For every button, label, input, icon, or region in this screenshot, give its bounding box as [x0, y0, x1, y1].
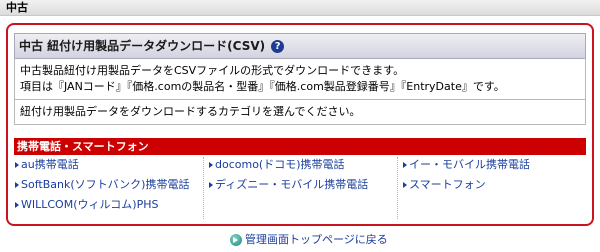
link-column-1: au携帯電話 SoftBank(ソフトバンク)携帯電話 WILLCOM(ウィルコ… — [14, 157, 204, 219]
category-link-grid: au携帯電話 SoftBank(ソフトバンク)携帯電話 WILLCOM(ウィルコ… — [14, 157, 586, 219]
instruction-text: 紐付け用製品データをダウンロードするカテゴリを選んでください。 — [20, 105, 361, 118]
link-docomo-phone[interactable]: docomo(ドコモ)携帯電話 — [209, 157, 345, 173]
description-box: 中古製品紐付け用製品データをCSVファイルの形式でダウンロードできます。 項目は… — [14, 58, 586, 100]
panel-title: 中古 紐付け用製品データダウンロード(CSV)? — [14, 33, 586, 59]
description-line-1: 中古製品紐付け用製品データをCSVファイルの形式でダウンロードできます。 — [20, 64, 405, 77]
link-column-2: docomo(ドコモ)携帯電話 ディズニー・モバイル携帯電話 — [208, 157, 398, 219]
link-au-phone[interactable]: au携帯電話 — [15, 157, 79, 173]
section-header: 中古 — [0, 0, 600, 16]
link-willcom-phs[interactable]: WILLCOM(ウィルコム)PHS — [15, 197, 158, 213]
bullet-icon — [209, 182, 213, 188]
bullet-icon — [15, 202, 19, 208]
bullet-icon — [15, 162, 19, 168]
arrow-circle-icon — [230, 234, 242, 246]
link-label: イー・モバイル携帯電話 — [409, 158, 530, 171]
panel-title-text: 中古 紐付け用製品データダウンロード(CSV) — [19, 39, 266, 53]
link-smartphone[interactable]: スマートフォン — [403, 177, 486, 193]
link-label: スマートフォン — [409, 178, 486, 191]
bullet-icon — [209, 162, 213, 168]
back-link-label: 管理画面トップページに戻る — [245, 233, 388, 246]
link-column-3: イー・モバイル携帯電話 スマートフォン — [402, 157, 592, 219]
link-label: docomo(ドコモ)携帯電話 — [215, 158, 345, 171]
link-label: ディズニー・モバイル携帯電話 — [215, 178, 369, 191]
bullet-icon — [403, 162, 407, 168]
link-disney-mobile-phone[interactable]: ディズニー・モバイル携帯電話 — [209, 177, 368, 193]
bullet-icon — [15, 182, 19, 188]
instruction-box: 紐付け用製品データをダウンロードするカテゴリを選んでください。 — [14, 100, 586, 125]
category-header: 携帯電話・スマートフォン — [14, 138, 586, 155]
link-label: au携帯電話 — [21, 158, 79, 171]
download-panel: 中古 紐付け用製品データダウンロード(CSV)? 中古製品紐付け用製品データをC… — [6, 23, 594, 226]
category-header-label: 携帯電話・スマートフォン — [17, 140, 149, 153]
bullet-icon — [403, 182, 407, 188]
link-label: WILLCOM(ウィルコム)PHS — [21, 198, 159, 211]
link-softbank-phone[interactable]: SoftBank(ソフトバンク)携帯電話 — [15, 177, 189, 193]
link-label: SoftBank(ソフトバンク)携帯電話 — [21, 178, 190, 191]
link-emobile-phone[interactable]: イー・モバイル携帯電話 — [403, 157, 530, 173]
description-line-2: 項目は『JANコード』『価格.comの製品名・型番』『価格.com製品登録番号』… — [20, 80, 505, 93]
section-header-label: 中古 — [6, 1, 28, 14]
back-to-top-link[interactable]: 管理画面トップページに戻る — [230, 232, 388, 248]
question-circle-icon[interactable]: ? — [271, 40, 285, 53]
